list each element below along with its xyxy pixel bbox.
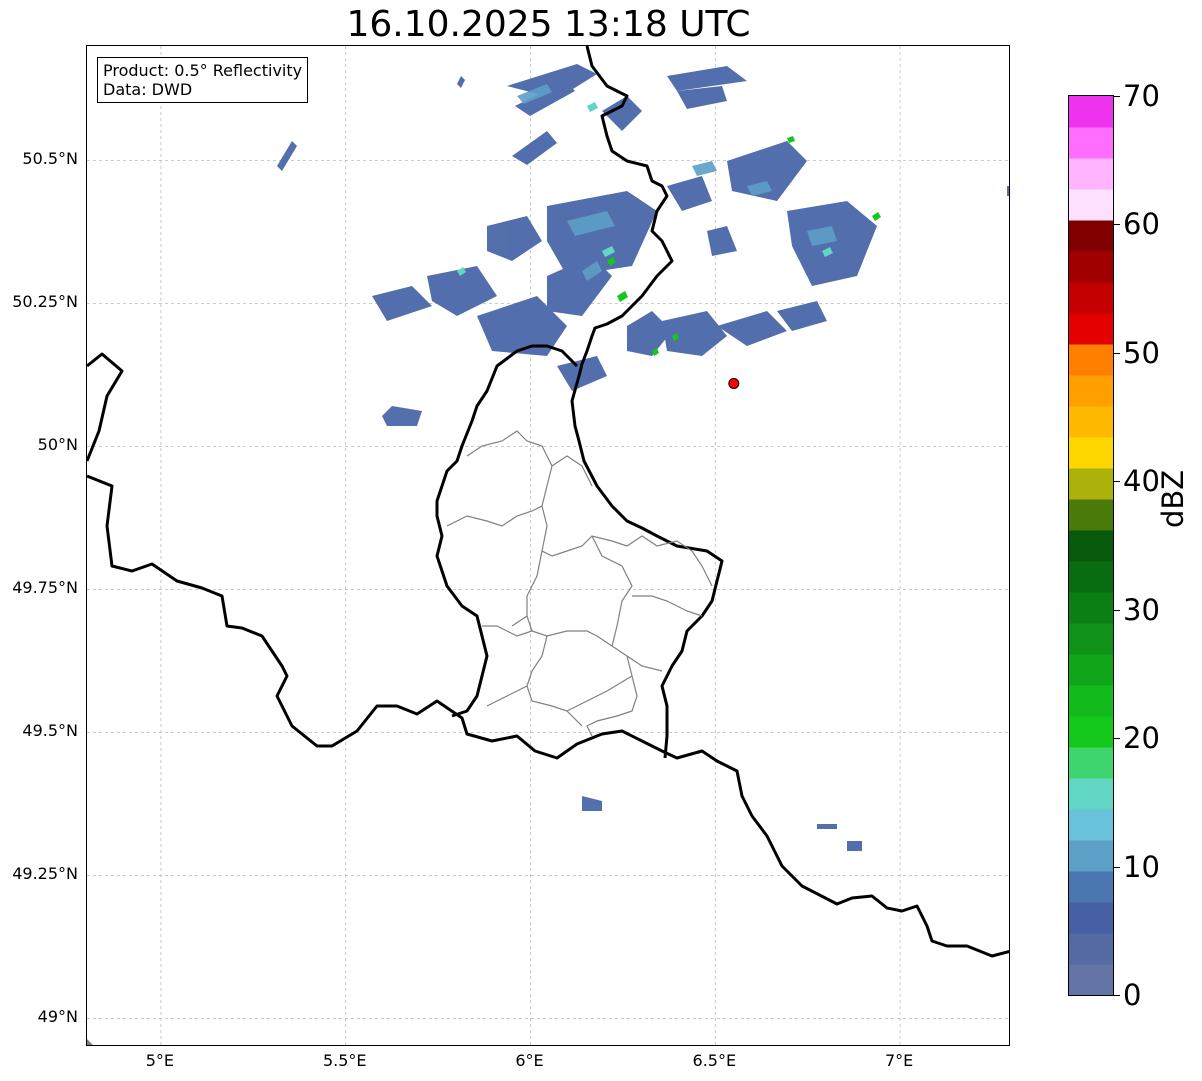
colorbar-segment [1069, 437, 1113, 469]
colorbar-segment [1069, 747, 1113, 779]
colorbar-segment [1069, 189, 1113, 221]
map-title: 16.10.2025 13:18 UTC [346, 4, 751, 45]
colorbar-tickmark [1114, 609, 1120, 611]
colorbar-segment [1069, 933, 1113, 965]
lon-tick-label: 5.5°E [322, 1051, 367, 1070]
colorbar-segment [1069, 964, 1113, 995]
colorbar-segment [1069, 375, 1113, 407]
colorbar-segment [1069, 406, 1113, 438]
colorbar-segment [1069, 344, 1113, 376]
map-corner-land [87, 1039, 93, 1045]
colorbar-tickmark [1114, 96, 1120, 97]
lon-tick-label: 7°E [884, 1051, 914, 1070]
product-label: Product: 0.5° Reflectivity [103, 61, 303, 80]
colorbar-tick-label: 60 [1123, 207, 1160, 242]
colorbar-segment [1069, 468, 1113, 500]
colorbar-segment [1069, 313, 1113, 345]
info-box: Product: 0.5° Reflectivity Data: DWD [97, 57, 309, 103]
lon-tick-label: 6.5°E [692, 1051, 737, 1070]
colorbar-segment [1069, 592, 1113, 624]
colorbar-segment [1069, 685, 1113, 717]
colorbar-segment [1069, 623, 1113, 655]
colorbar-tick-label: 50 [1123, 335, 1160, 370]
data-source-label: Data: DWD [103, 80, 193, 99]
colorbar-tickmark [1114, 352, 1120, 354]
colorbar-tickmark [1114, 866, 1120, 868]
colorbar-tickmark [1114, 995, 1120, 996]
colorbar-segment [1069, 220, 1113, 252]
colorbar-tickmark [1114, 224, 1120, 226]
colorbar-label: dBZ [1156, 469, 1190, 528]
district-borders [446, 430, 713, 737]
colorbar-gradient [1069, 96, 1113, 995]
colorbar-segment [1069, 96, 1113, 128]
radar-site-marker[interactable] [728, 377, 740, 389]
lat-tick-label: 49.25°N [12, 864, 78, 884]
colorbar-tickmark [1114, 738, 1120, 740]
lat-tick-label: 49°N [37, 1007, 78, 1027]
lat-tick-label: 50°N [37, 435, 78, 455]
lat-tick-label: 50.25°N [12, 292, 78, 312]
lat-tick-label: 49.5°N [22, 721, 78, 741]
lat-tick-label: 49.75°N [12, 578, 78, 598]
colorbar-segment [1069, 840, 1113, 872]
lon-tick-label: 5°E [145, 1051, 175, 1070]
lat-tick-label: 50.5°N [22, 149, 78, 169]
colorbar-segment [1069, 282, 1113, 314]
colorbar-segment [1069, 716, 1113, 748]
colorbar-segment [1069, 654, 1113, 686]
colorbar-tick-label: 70 [1123, 79, 1160, 113]
colorbar-tickmark [1114, 481, 1120, 483]
colorbar-segment [1069, 251, 1113, 283]
colorbar-tick-label: 0 [1123, 978, 1142, 1012]
country-borders [87, 46, 1009, 958]
colorbar-segment [1069, 530, 1113, 562]
colorbar-tick-label: 30 [1123, 592, 1160, 627]
map-canvas [87, 46, 1009, 1045]
colorbar-segment [1069, 809, 1113, 841]
colorbar-segment [1069, 778, 1113, 810]
colorbar-tick-label: 20 [1123, 721, 1160, 756]
colorbar-segment [1069, 871, 1113, 903]
radar-map[interactable] [86, 45, 1010, 1046]
colorbar-tick-label: 10 [1123, 849, 1160, 884]
colorbar-tick-label: 40 [1123, 464, 1160, 499]
colorbar-segment [1069, 127, 1113, 159]
colorbar-segment [1069, 499, 1113, 531]
colorbar-segment [1069, 902, 1113, 934]
colorbar-segment [1069, 561, 1113, 593]
colorbar [1068, 95, 1114, 996]
lon-tick-label: 6°E [515, 1051, 544, 1070]
colorbar-segment [1069, 158, 1113, 190]
